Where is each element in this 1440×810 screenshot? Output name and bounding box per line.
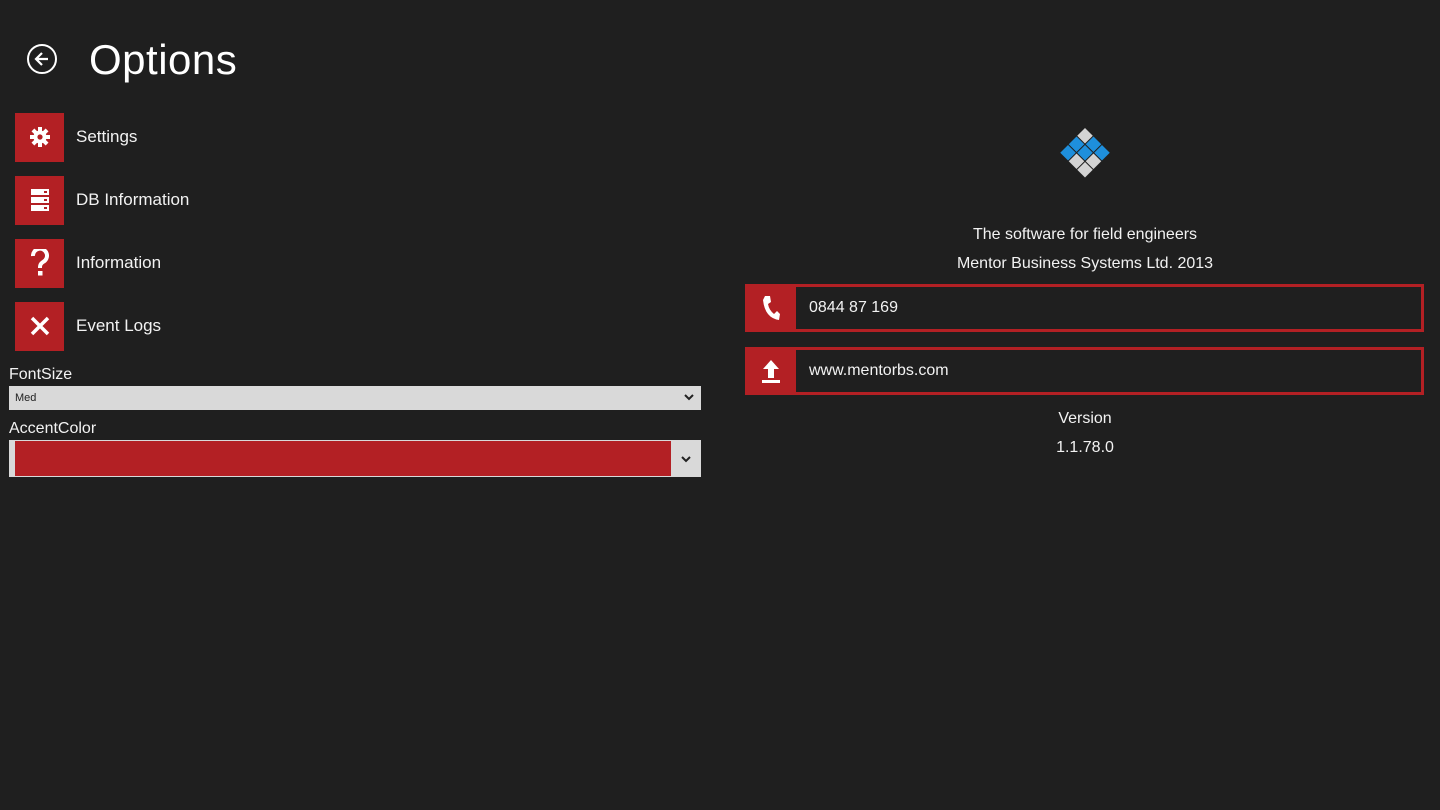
phone-icon [762,296,780,320]
accent-color-swatch [15,441,671,476]
website-link[interactable]: www.mentorbs.com [796,350,1421,392]
upload-icon [761,360,780,383]
close-icon [30,316,49,336]
settings-tile [15,112,64,162]
font-size-select[interactable]: Med [9,386,701,410]
menu-item-db-information[interactable]: DB Information [15,175,189,225]
menu-item-information[interactable]: Information [15,238,161,288]
question-icon [30,249,49,276]
db-information-tile [15,175,64,225]
back-button[interactable] [27,44,57,74]
menu-item-label: Settings [76,127,138,146]
website-row[interactable]: www.mentorbs.com [745,347,1424,395]
menu-item-label: DB Information [76,190,190,209]
event-logs-tile [15,301,64,351]
phone-row[interactable]: 0844 87 169 [745,284,1424,332]
options-page: Options Settings DB Information Informat… [0,0,1440,810]
gear-icon [29,127,50,147]
version-value: 1.1.78.0 [1056,439,1114,456]
accent-color-dropdown-button[interactable] [671,441,700,476]
phone-number: 0844 87 169 [796,287,1421,329]
font-size-label: FontSize [9,366,73,383]
menu-item-event-logs[interactable]: Event Logs [15,301,161,351]
company-copyright: Mentor Business Systems Ltd. 2013 [956,255,1214,272]
information-tile [15,238,64,288]
accent-color-label: AccentColor [9,420,97,437]
menu-item-settings[interactable]: Settings [15,112,137,162]
chevron-down-icon [680,455,691,462]
tagline: The software for field engineers [972,226,1198,243]
menu-item-label: Event Logs [76,316,162,335]
menu-item-label: Information [76,253,162,272]
back-arrow-icon [34,52,48,66]
font-size-value: Med [15,392,37,404]
phone-icon-tile [745,284,796,332]
database-icon [30,189,49,211]
accent-color-select[interactable] [9,440,701,477]
page-title: Options [89,36,238,83]
chevron-down-icon [684,394,694,401]
upload-icon-tile [745,347,796,395]
version-label: Version [1058,410,1112,427]
mentor-logo-icon [1060,128,1110,178]
